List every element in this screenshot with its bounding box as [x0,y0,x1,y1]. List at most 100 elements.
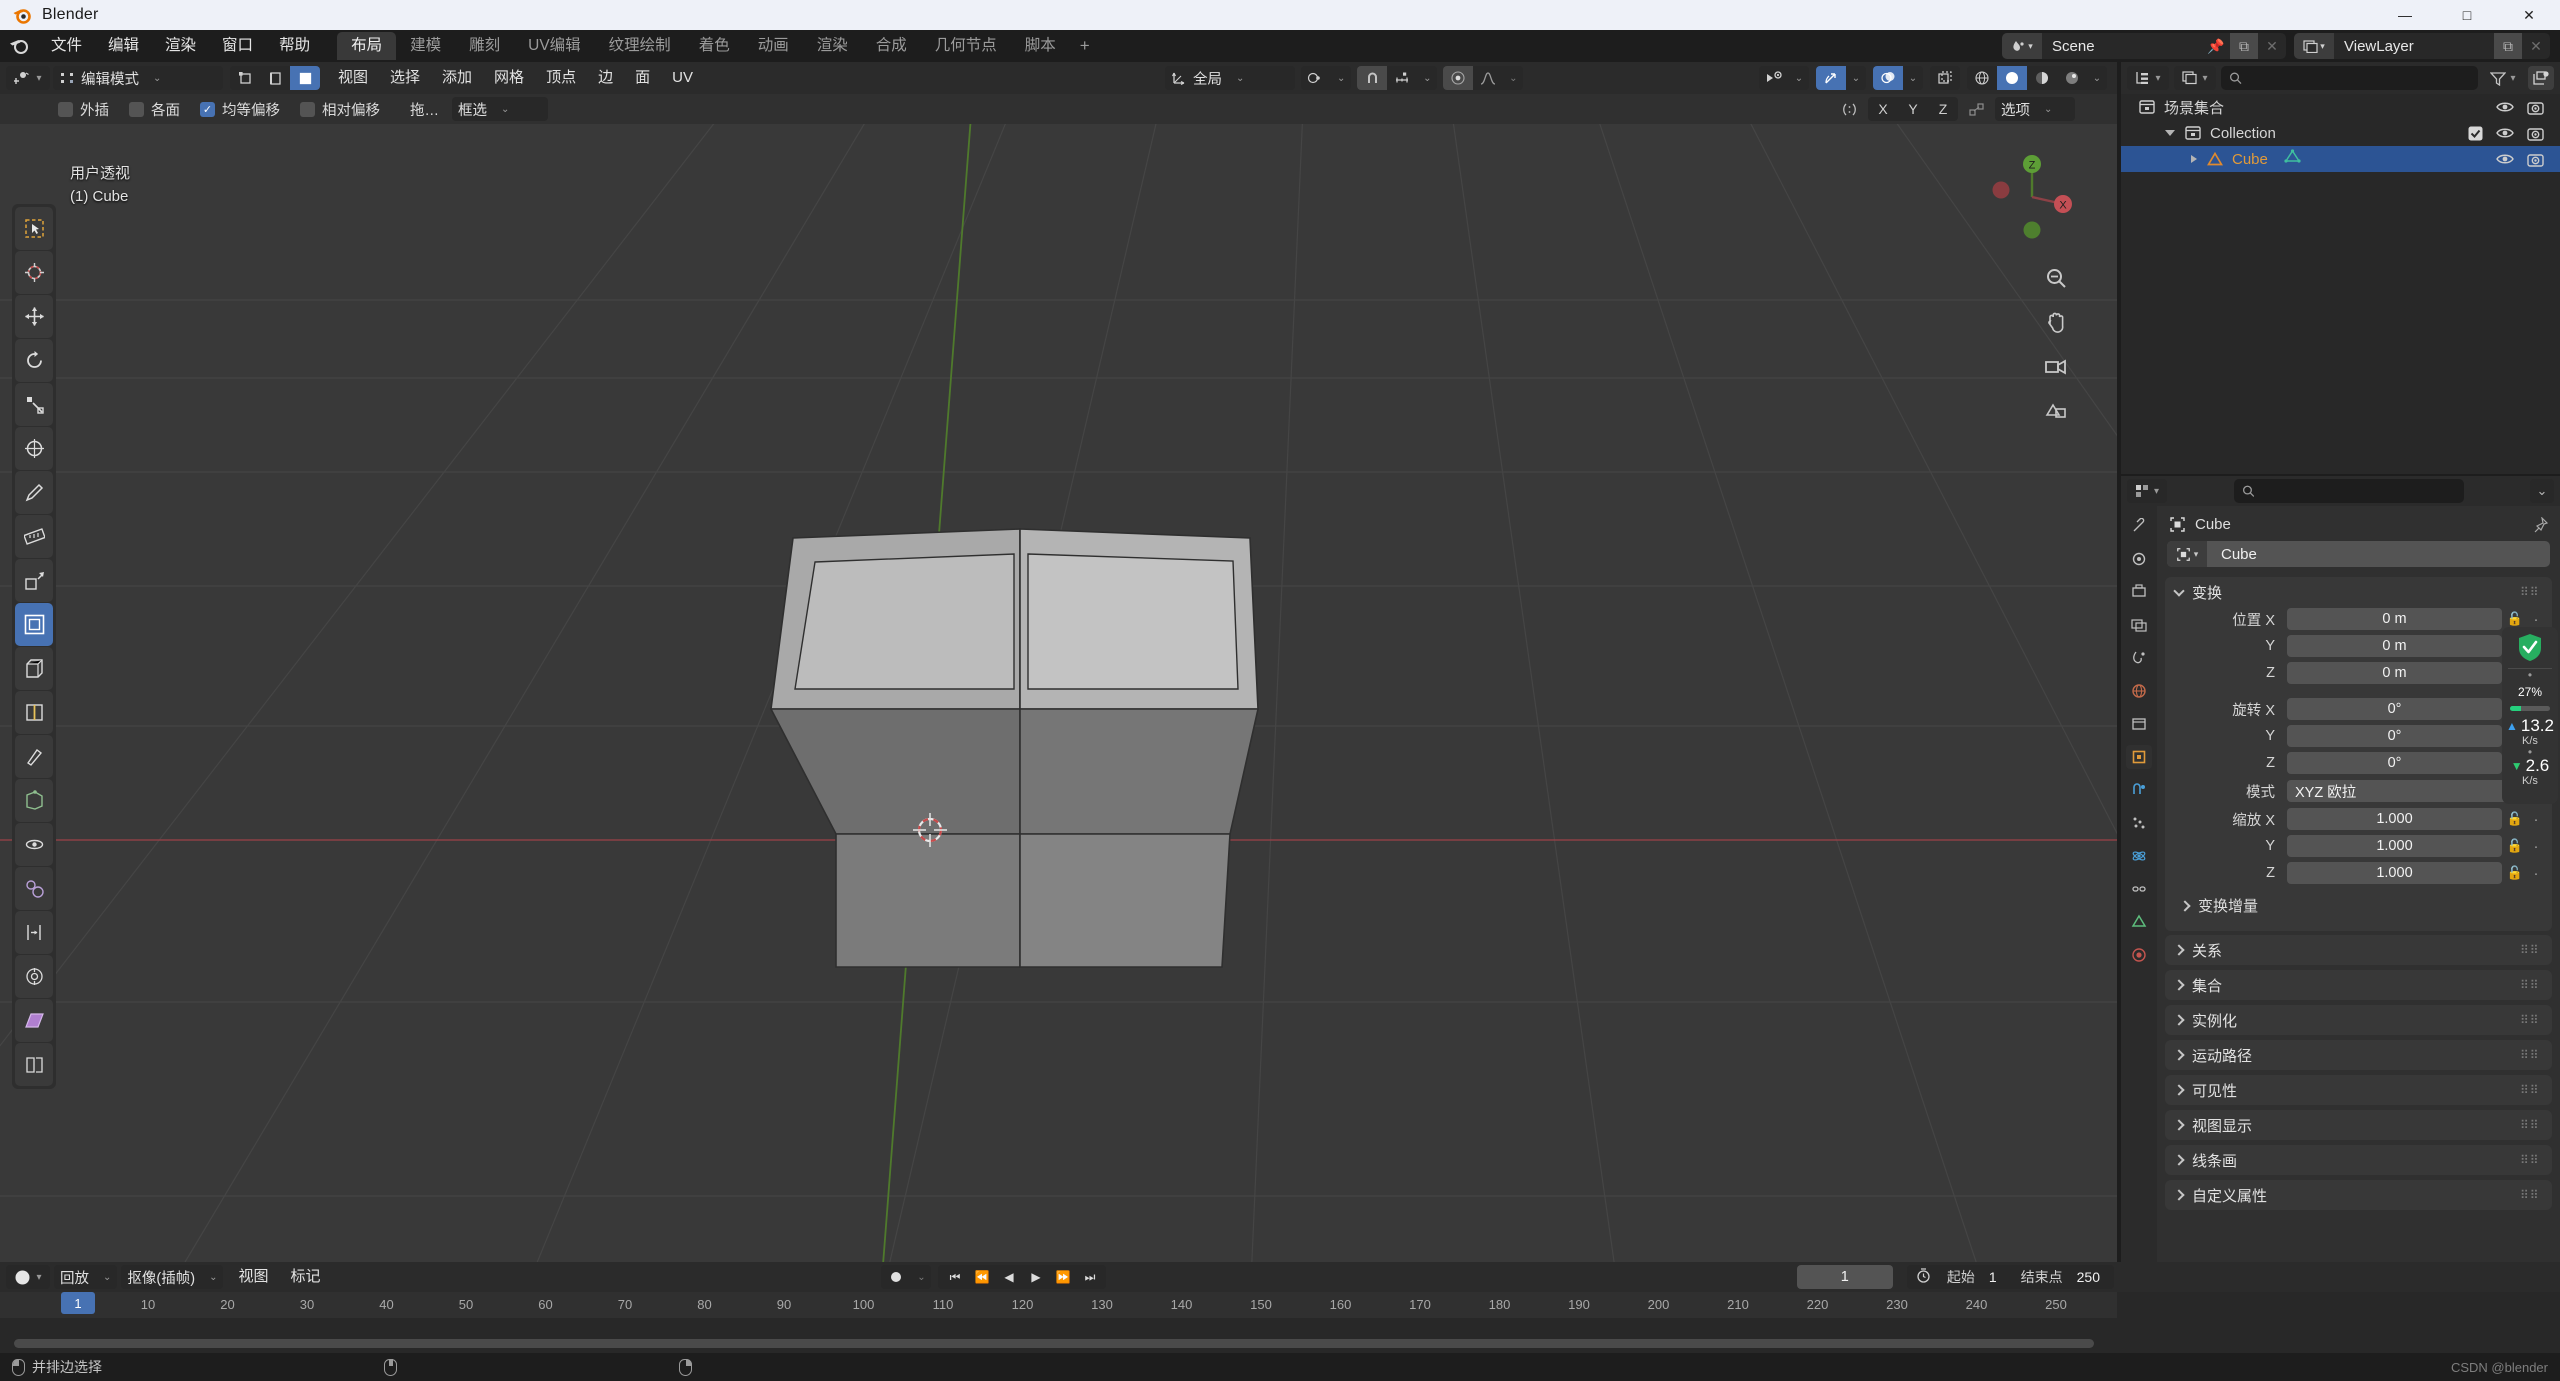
workspace-tab-2[interactable]: 雕刻 [455,32,514,60]
viewport-menu-1[interactable]: 选择 [379,66,431,90]
viewport-menu-4[interactable]: 顶点 [535,66,587,90]
pin-id-icon[interactable] [2532,515,2549,533]
select-mode-edge-icon[interactable] [260,66,290,90]
tab-tool[interactable] [2126,514,2152,538]
measure-tool-icon[interactable] [15,515,53,558]
outliner-search-input[interactable] [2247,70,2470,86]
location-y-row[interactable]: Y 0 m 🔓 · [2165,634,2552,658]
shading-wireframe-icon[interactable] [1967,66,1997,90]
scale-y-row[interactable]: Y 1.000 🔓 · [2165,834,2552,858]
move-tool-icon[interactable] [15,295,53,338]
outliner-editor-type-icon[interactable]: ▾ [2127,66,2169,90]
workspace-tab-1[interactable]: 建模 [396,32,455,60]
add-workspace-button[interactable]: + [1070,36,1100,56]
timeline-editor-type-icon[interactable]: ▾ [6,1265,50,1289]
tab-render[interactable] [2126,547,2152,571]
pan-hand-icon[interactable] [2042,308,2070,336]
scale-y-field[interactable]: 1.000 [2287,835,2502,857]
outliner-row-icons[interactable] [2468,126,2560,141]
minimize-button[interactable]: — [2374,0,2436,30]
orthographic-toggle-icon[interactable] [2042,396,2070,424]
frame-start-value[interactable]: 1 [1985,1269,2011,1285]
workspace-tab-9[interactable]: 几何节点 [921,32,1011,60]
mirror-z-button[interactable]: Z [1928,97,1958,121]
overlays-chevron-icon[interactable]: ⌄ [1903,66,1923,90]
show-overlays-icon[interactable] [1873,66,1903,90]
play-button[interactable]: ▶ [1022,1265,1049,1289]
location-z-field[interactable]: 0 m [2287,662,2502,684]
tab-data[interactable] [2126,910,2152,934]
panel-2[interactable]: 集合 ⠿⠿ [2165,970,2552,1000]
next-keyframe-button[interactable]: ⏩ [1049,1265,1076,1289]
drag-handle-icon[interactable]: ⠿⠿ [2520,1014,2542,1026]
rotate-tool-icon[interactable] [15,339,53,382]
properties-options-chevron-icon[interactable]: ⌄ [2530,479,2554,503]
workspace-tab-5[interactable]: 着色 [685,32,744,60]
rotation-z-row[interactable]: Z 0° 🔓 · [2165,751,2552,775]
snap-magnet-icon[interactable] [1357,66,1388,90]
blender-menu-icon[interactable] [6,35,32,57]
timeline-track-area[interactable] [0,1318,2117,1353]
tab-scene[interactable] [2126,646,2152,670]
object-id-block[interactable]: ▾ Cube [2167,541,2550,567]
panel-header-3[interactable]: 实例化 ⠿⠿ [2165,1005,2552,1035]
panel-6[interactable]: 视图显示 ⠿⠿ [2165,1110,2552,1140]
tab-object[interactable] [2126,745,2152,769]
pin-scene-icon[interactable]: 📌 [2202,33,2230,59]
tab-constraints[interactable] [2126,877,2152,901]
panel-transform[interactable]: 变换 ⠿⠿ 位置 X 0 m 🔓 · Y 0 m 🔓 · [2165,577,2552,931]
hide-in-viewport-icon[interactable] [2496,100,2514,114]
timeline-editor[interactable]: ▾ 回放 ⌄ 抠像(插帧) ⌄ 视图 标记 ⌄ ⏮ ⏪ ◀ ▶ ⏩ ⏭ 1 起始… [0,1262,2560,1353]
hide-in-viewport-icon[interactable] [2496,126,2514,140]
topbar-menu-1[interactable]: 编辑 [95,33,152,59]
toggle-xray-icon[interactable] [1930,66,1960,90]
playback-controls[interactable]: ⏮ ⏪ ◀ ▶ ⏩ ⏭ [938,1265,1107,1289]
mesh-select-mode-group[interactable] [230,66,320,90]
workspace-tab-10[interactable]: 脚本 [1011,32,1070,60]
workspace-tab-6[interactable]: 动画 [744,32,803,60]
drag-handle-icon[interactable]: ⠿⠿ [2520,1084,2542,1096]
delete-scene-icon[interactable]: ✕ [2258,33,2286,59]
scale-tool-icon[interactable] [15,383,53,426]
properties-search[interactable] [2233,479,2464,503]
editor-type-icon[interactable]: ▾ [6,66,50,90]
viewport-menu-0[interactable]: 视图 [327,66,379,90]
checkbox-icon[interactable] [129,101,144,117]
overlays-group[interactable]: ⌄ [1873,66,1923,90]
auto-keying-group[interactable]: ⌄ [881,1265,932,1289]
disclosure-triangle-icon[interactable] [2165,130,2175,136]
checkbox-icon[interactable]: ✓ [200,101,215,117]
panel-transform-header[interactable]: 变换 ⠿⠿ [2165,577,2552,607]
poly-build-tool-icon[interactable] [15,779,53,822]
shading-material-icon[interactable] [2027,66,2057,90]
disable-in-renders-icon[interactable] [2527,126,2544,141]
navigation-gizmo[interactable]: Z X [1987,152,2077,242]
checkbox-icon[interactable] [300,101,315,117]
lock-location-x-icon[interactable]: 🔓 [2502,611,2528,627]
timeline-menu-3[interactable]: 标记 [279,1265,331,1289]
gizmo-group[interactable]: ⌄ [1816,66,1866,90]
proportional-edit-group[interactable]: ⌄ [1443,66,1524,90]
rip-region-tool-icon[interactable] [15,1043,53,1086]
scene-selector[interactable]: ▾ Scene 📌 ⧉ ✕ [2002,33,2286,59]
annotate-tool-icon[interactable] [15,471,53,514]
mirror-x-button[interactable]: X [1868,97,1898,121]
scale-x-field[interactable]: 1.000 [2287,808,2502,830]
viewport-menu-6[interactable]: 面 [624,66,661,90]
spin-tool-icon[interactable] [15,823,53,866]
tab-view-layer[interactable] [2126,613,2152,637]
panel-4[interactable]: 运动路径 ⠿⠿ [2165,1040,2552,1070]
mirror-y-button[interactable]: Y [1898,97,1928,121]
jump-to-end-button[interactable]: ⏭ [1076,1265,1103,1289]
exclude-checkbox[interactable] [2468,126,2483,141]
visibility-group[interactable]: ⌄ [1759,66,1809,90]
object-name-field[interactable]: Cube [2207,546,2257,563]
panel-7[interactable]: 线条画 ⠿⠿ [2165,1145,2552,1175]
pivot-point-dropdown[interactable]: ⌄ [1300,66,1352,90]
workspace-tab-0[interactable]: 布局 [337,32,397,60]
tab-modifiers[interactable] [2126,778,2152,802]
topbar-menu-4[interactable]: 帮助 [266,33,323,59]
knife-tool-icon[interactable] [15,735,53,778]
lock-scale-x-icon[interactable]: 🔓 [2502,811,2528,827]
properties-tab-strip[interactable] [2121,506,2157,1262]
